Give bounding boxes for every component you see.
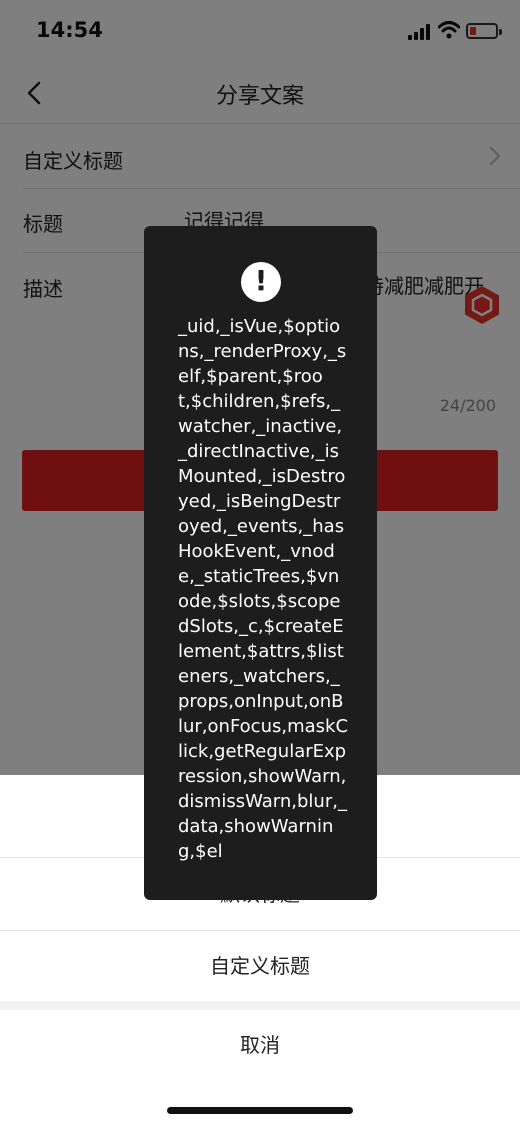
home-indicator — [167, 1107, 353, 1114]
exclamation-icon — [241, 262, 281, 302]
toast-message: _uid,_isVue,$options,_renderProxy,_self,… — [178, 316, 349, 862]
error-toast: _uid,_isVue,$options,_renderProxy,_self,… — [144, 226, 377, 900]
custom-title-option[interactable]: 自定义标题 — [0, 931, 520, 1001]
